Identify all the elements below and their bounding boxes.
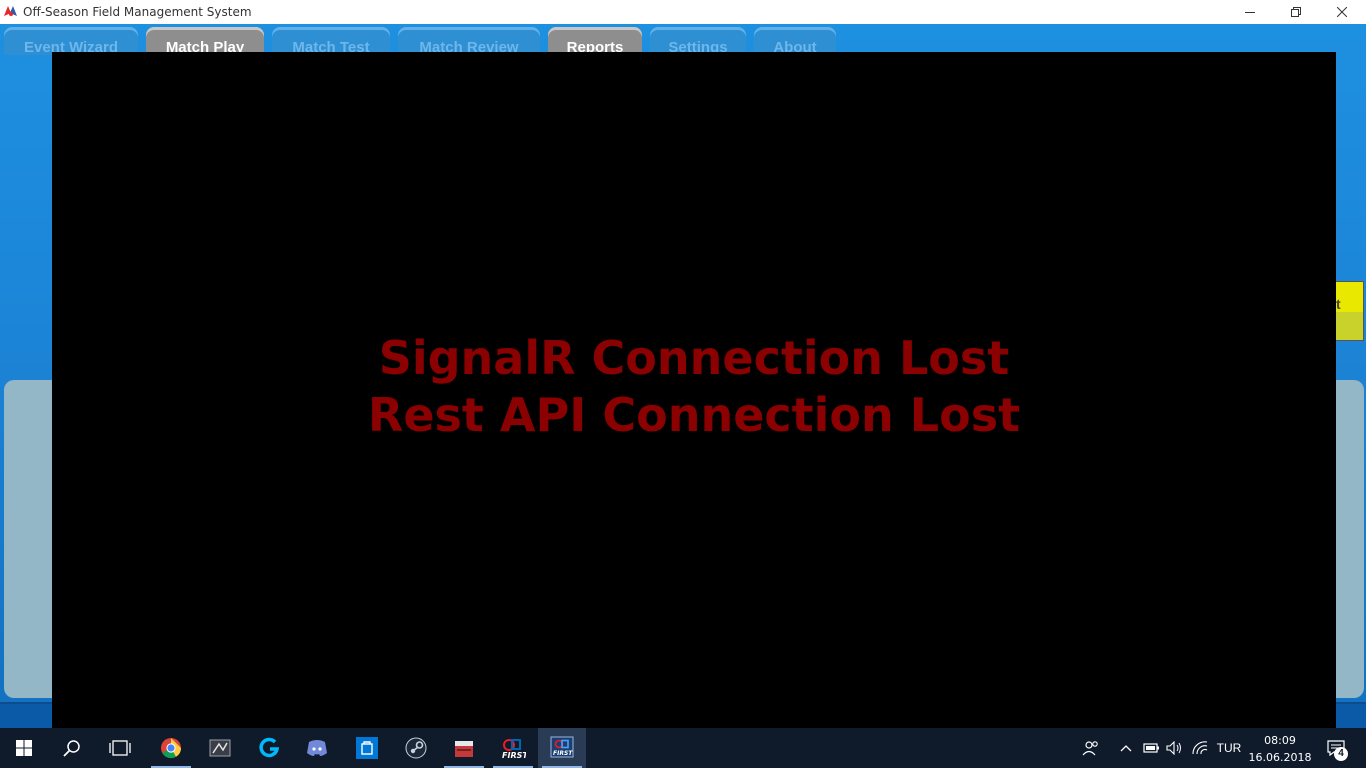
toolbox-icon xyxy=(455,741,473,757)
chevron-up-icon xyxy=(1120,745,1132,752)
tab-about[interactable]: About xyxy=(754,27,836,55)
clock[interactable]: 08:09 16.06.2018 xyxy=(1248,732,1312,766)
taskbar-logitech[interactable] xyxy=(245,728,293,768)
taskbar-discord[interactable] xyxy=(293,728,341,768)
connection-lost-overlay: SignalR Connection Lost Rest API Connect… xyxy=(52,52,1336,728)
tab-match-test[interactable]: Match Test xyxy=(272,27,390,55)
restore-button[interactable] xyxy=(1273,0,1319,24)
minimize-icon xyxy=(1245,12,1255,13)
close-icon xyxy=(1337,7,1347,17)
battery-icon xyxy=(1143,743,1159,753)
first-icon: FIRST xyxy=(502,739,526,760)
taskbar-toolbox[interactable] xyxy=(440,728,488,768)
notification-count-badge: 4 xyxy=(1334,747,1348,761)
signalr-lost-message: SignalR Connection Lost xyxy=(378,331,1010,385)
taskbar-chrome[interactable] xyxy=(147,728,195,768)
chrome-icon xyxy=(161,738,182,759)
window-title: Off-Season Field Management System xyxy=(23,5,252,19)
tab-reports[interactable]: Reports xyxy=(548,27,642,55)
network-button[interactable] xyxy=(1188,728,1212,768)
taskbar-first-fms[interactable]: FIRST xyxy=(538,728,586,768)
window-title-bar[interactable]: Off-Season Field Management System xyxy=(0,0,1366,24)
tab-settings[interactable]: Settings xyxy=(650,27,746,55)
language-indicator[interactable]: TUR xyxy=(1214,728,1244,768)
taskbar-first[interactable]: FIRST xyxy=(489,728,537,768)
taskbar-steam[interactable] xyxy=(392,728,440,768)
svg-text:FIRST: FIRST xyxy=(553,750,573,757)
tab-match-review[interactable]: Match Review xyxy=(398,27,540,55)
search-button[interactable] xyxy=(48,728,96,768)
wifi-icon xyxy=(1192,741,1208,755)
restore-icon xyxy=(1291,7,1301,17)
app-logo-icon xyxy=(4,6,17,16)
logitech-icon xyxy=(259,737,280,758)
clock-time: 08:09 xyxy=(1264,734,1296,747)
first-fms-icon: FIRST xyxy=(550,736,574,758)
show-hidden-icons-button[interactable] xyxy=(1116,728,1136,768)
store-icon xyxy=(356,737,378,759)
side-yellow-button-label: t xyxy=(1336,296,1341,312)
close-button[interactable] xyxy=(1319,0,1365,24)
taskbar: FIRST FIRST TUR 08:09 16.06.2018 xyxy=(0,728,1366,768)
tab-match-play[interactable]: Match Play xyxy=(146,27,264,55)
windows-start-icon xyxy=(16,740,32,756)
tab-event-wizard[interactable]: Event Wizard xyxy=(4,27,138,55)
clock-date: 16.06.2018 xyxy=(1248,751,1312,764)
task-view-icon xyxy=(109,740,131,756)
people-icon xyxy=(1082,741,1098,756)
search-icon xyxy=(63,740,80,757)
taskbar-app[interactable] xyxy=(196,728,244,768)
start-button[interactable] xyxy=(0,728,48,768)
main-tabs: Event Wizard Match Play Match Test Match… xyxy=(4,27,844,55)
svg-text:FIRST: FIRST xyxy=(502,751,526,760)
people-button[interactable] xyxy=(1078,728,1104,768)
battery-button[interactable] xyxy=(1140,728,1162,768)
app-icon xyxy=(209,739,231,757)
taskbar-store[interactable] xyxy=(343,728,391,768)
discord-icon xyxy=(307,740,327,756)
minimize-button[interactable] xyxy=(1227,0,1273,24)
task-view-button[interactable] xyxy=(96,728,144,768)
volume-button[interactable] xyxy=(1164,728,1186,768)
rest-api-lost-message: Rest API Connection Lost xyxy=(367,388,1021,442)
steam-icon xyxy=(405,737,427,759)
volume-icon xyxy=(1166,741,1181,755)
